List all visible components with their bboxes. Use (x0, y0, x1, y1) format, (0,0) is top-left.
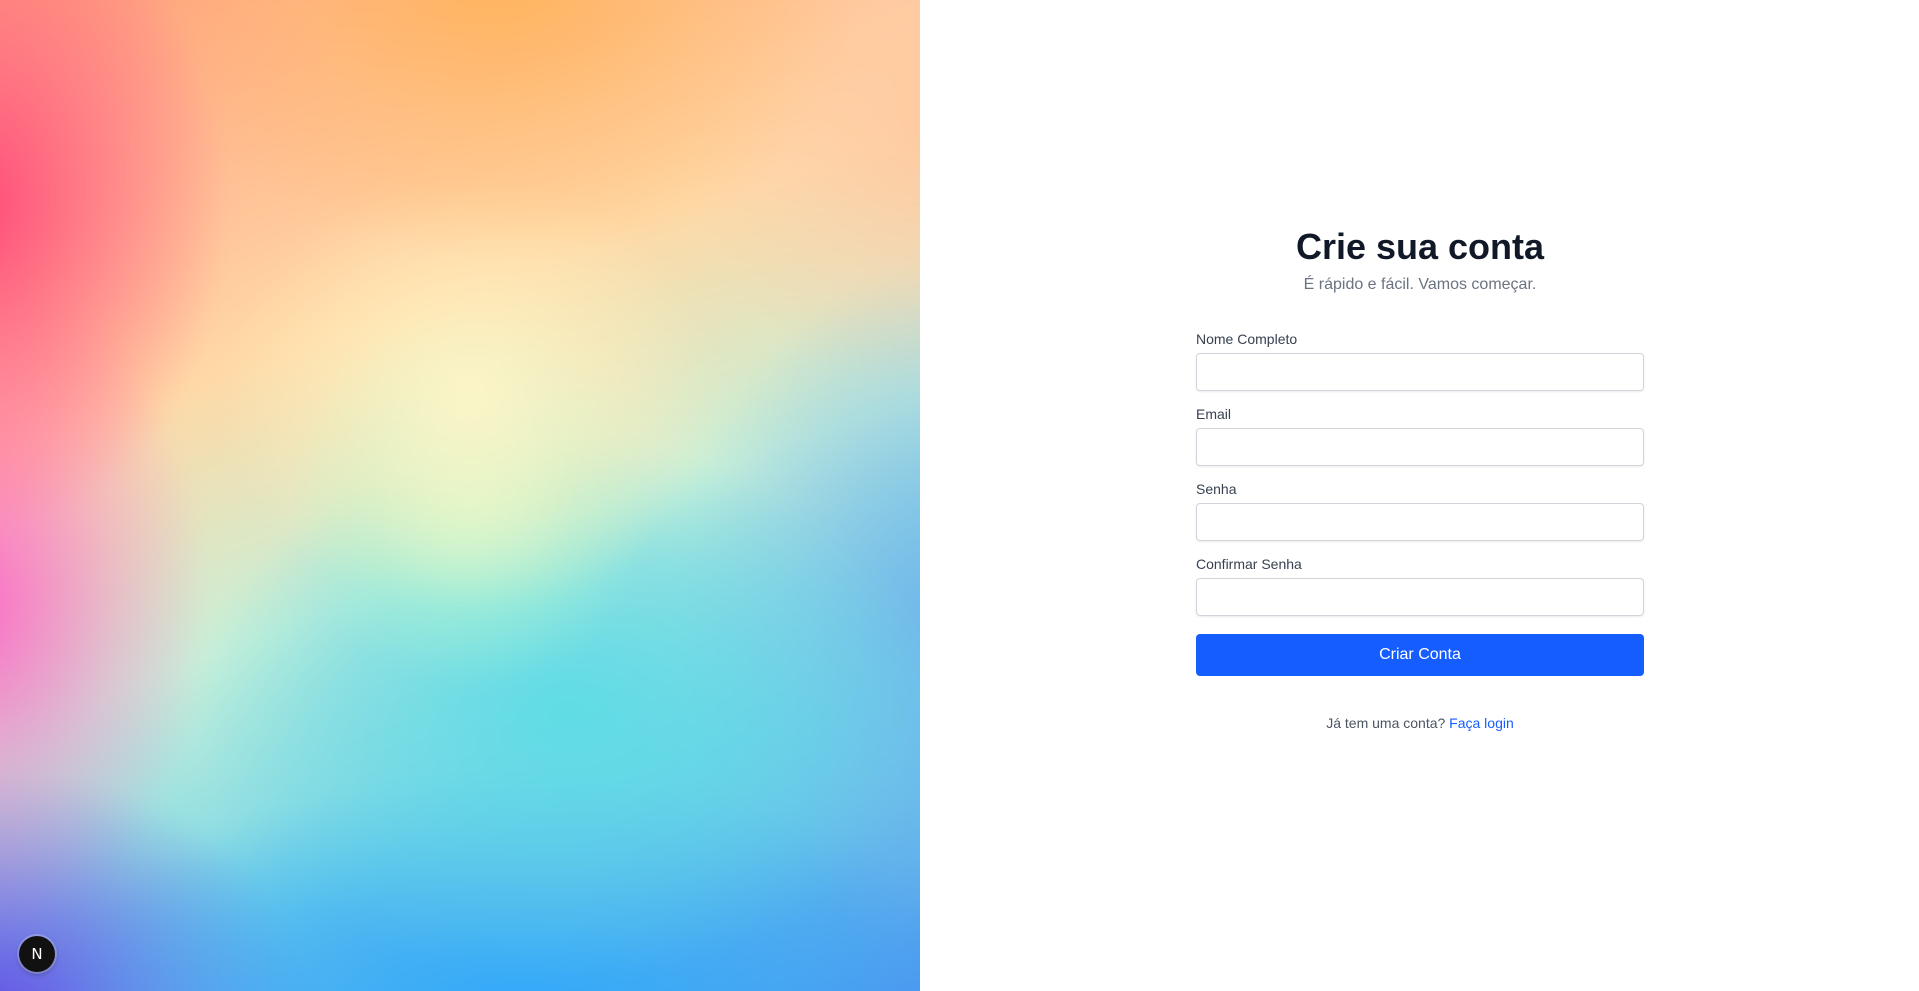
login-prompt-text: Já tem uma conta? (1326, 715, 1446, 731)
full-name-label: Nome Completo (1196, 331, 1298, 347)
login-link[interactable]: Faça login (1449, 715, 1514, 731)
gradient-hero-panel: N (0, 0, 920, 991)
gradient-background (0, 0, 920, 991)
signup-page: N Crie sua conta É rápido e fácil. Vamos… (0, 0, 1919, 991)
password-label: Senha (1196, 481, 1237, 497)
form-pane: Crie sua conta É rápido e fácil. Vamos c… (920, 0, 1919, 991)
nextjs-badge-letter: N (31, 945, 43, 963)
signup-form: Nome Completo Email Senha Confirmar Senh… (1196, 330, 1644, 676)
password-field: Senha (1196, 480, 1644, 541)
signup-form-container: Crie sua conta É rápido e fácil. Vamos c… (1196, 224, 1644, 732)
create-account-button[interactable]: Criar Conta (1196, 634, 1644, 676)
page-title: Crie sua conta (1295, 226, 1545, 267)
full-name-input[interactable] (1196, 353, 1644, 391)
password-input[interactable] (1196, 503, 1644, 541)
confirm-password-input[interactable] (1196, 578, 1644, 616)
login-prompt-line: Já tem uma conta? Faça login (1196, 714, 1644, 732)
email-input[interactable] (1196, 428, 1644, 466)
email-label: Email (1196, 406, 1232, 422)
confirm-password-label: Confirmar Senha (1196, 556, 1302, 572)
full-name-field: Nome Completo (1196, 330, 1644, 391)
page-subtitle: É rápido e fácil. Vamos começar. (1303, 276, 1537, 293)
confirm-password-field: Confirmar Senha (1196, 555, 1644, 616)
email-field: Email (1196, 405, 1644, 466)
nextjs-logo-icon[interactable]: N (19, 936, 55, 972)
